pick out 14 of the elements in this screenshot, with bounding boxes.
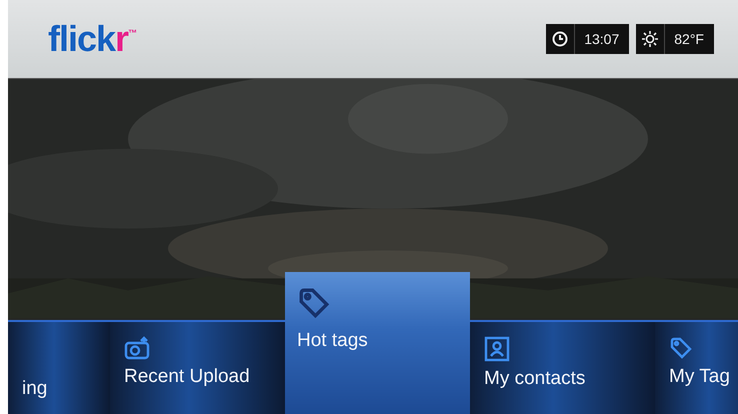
tag-icon: [669, 336, 693, 360]
clock-display: 13:07: [546, 24, 630, 54]
menu-tile[interactable]: Recent Upload: [110, 320, 285, 414]
flickr-logo: flickr™: [48, 18, 136, 60]
menu-tile[interactable]: Hot tags: [285, 272, 470, 414]
menu-tile[interactable]: My contacts: [470, 320, 655, 414]
sun-icon: [641, 30, 660, 48]
clock-icon: [552, 31, 568, 47]
camera-icon: [124, 336, 152, 360]
menu-tile[interactable]: My Tag: [655, 320, 738, 414]
contact-icon: [484, 336, 510, 362]
tag-icon: [297, 286, 331, 320]
weather-display: 82°F: [636, 24, 714, 54]
menu-tile[interactable]: ing: [8, 320, 110, 414]
